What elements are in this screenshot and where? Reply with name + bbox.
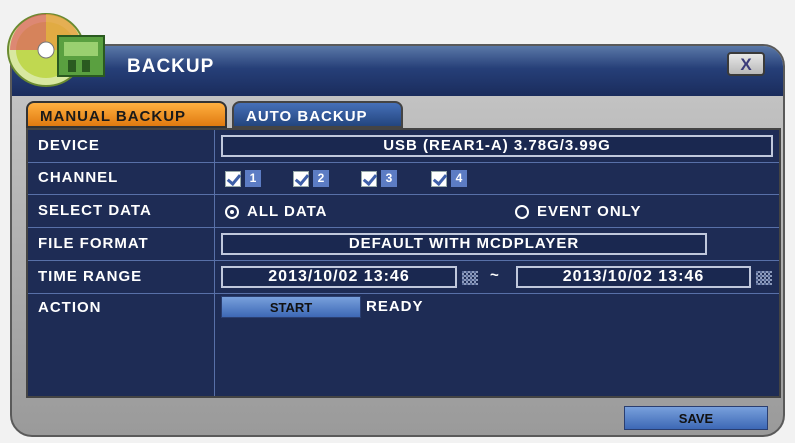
save-button[interactable]: SAVE: [624, 406, 768, 430]
file-format-label: FILE FORMAT: [28, 228, 215, 260]
event-only-label: EVENT ONLY: [537, 203, 642, 220]
checkbox-checked-icon: [225, 170, 241, 187]
close-button[interactable]: X: [727, 52, 765, 76]
backup-disc-icon: [7, 13, 105, 87]
checkbox-checked-icon: [361, 170, 377, 187]
device-row: DEVICE USB (REAR1-A) 3.78G/3.99G: [28, 130, 779, 163]
device-label: DEVICE: [28, 130, 215, 162]
backup-settings-panel: DEVICE USB (REAR1-A) 3.78G/3.99G CHANNEL…: [26, 128, 781, 398]
time-range-label: TIME RANGE: [28, 261, 215, 293]
channel-4-checkbox[interactable]: 4: [431, 169, 467, 188]
backup-dialog: BACKUP X MANUAL BACKUP AUTO BACKUP DEVIC…: [7, 13, 785, 437]
start-time-field[interactable]: 2013/10/02 13:46: [221, 266, 457, 288]
channel-1-checkbox[interactable]: 1: [225, 169, 261, 188]
select-data-label: SELECT DATA: [28, 195, 215, 227]
tab-manual-backup[interactable]: MANUAL BACKUP: [26, 101, 227, 128]
event-only-radio[interactable]: EVENT ONLY: [515, 203, 641, 220]
checkbox-checked-icon: [293, 170, 309, 187]
calendar-icon[interactable]: [462, 271, 478, 285]
dialog-title: BACKUP: [127, 56, 215, 77]
all-data-radio[interactable]: ALL DATA: [225, 203, 328, 220]
tab-auto-backup[interactable]: AUTO BACKUP: [232, 101, 403, 128]
time-range-row: TIME RANGE 2013/10/02 13:46 ~ 2013/10/02…: [28, 261, 779, 294]
radio-selected-icon: [225, 204, 239, 219]
range-separator: ~: [490, 267, 499, 284]
end-time-field[interactable]: 2013/10/02 13:46: [516, 266, 751, 288]
all-data-label: ALL DATA: [247, 203, 328, 220]
backup-status: READY: [366, 298, 424, 315]
title-bar: BACKUP X: [12, 46, 783, 96]
file-format-select[interactable]: DEFAULT WITH MCDPLAYER: [221, 233, 707, 255]
channel-number: 2: [313, 170, 329, 187]
calendar-icon[interactable]: [756, 271, 772, 285]
start-button[interactable]: START: [221, 296, 361, 318]
radio-unselected-icon: [515, 204, 529, 219]
channel-number: 1: [245, 170, 261, 187]
channel-label: CHANNEL: [28, 162, 215, 194]
action-row: ACTION START READY: [28, 294, 779, 396]
file-format-row: FILE FORMAT DEFAULT WITH MCDPLAYER: [28, 228, 779, 261]
channel-3-checkbox[interactable]: 3: [361, 169, 397, 188]
channel-number: 4: [451, 170, 467, 187]
device-select[interactable]: USB (REAR1-A) 3.78G/3.99G: [221, 135, 773, 157]
channel-number: 3: [381, 170, 397, 187]
select-data-row: SELECT DATA ALL DATA EVENT ONLY: [28, 195, 779, 228]
channel-2-checkbox[interactable]: 2: [293, 169, 329, 188]
action-label: ACTION: [28, 294, 215, 396]
channel-row: CHANNEL 1 2 3 4: [28, 162, 779, 195]
checkbox-checked-icon: [431, 170, 447, 187]
